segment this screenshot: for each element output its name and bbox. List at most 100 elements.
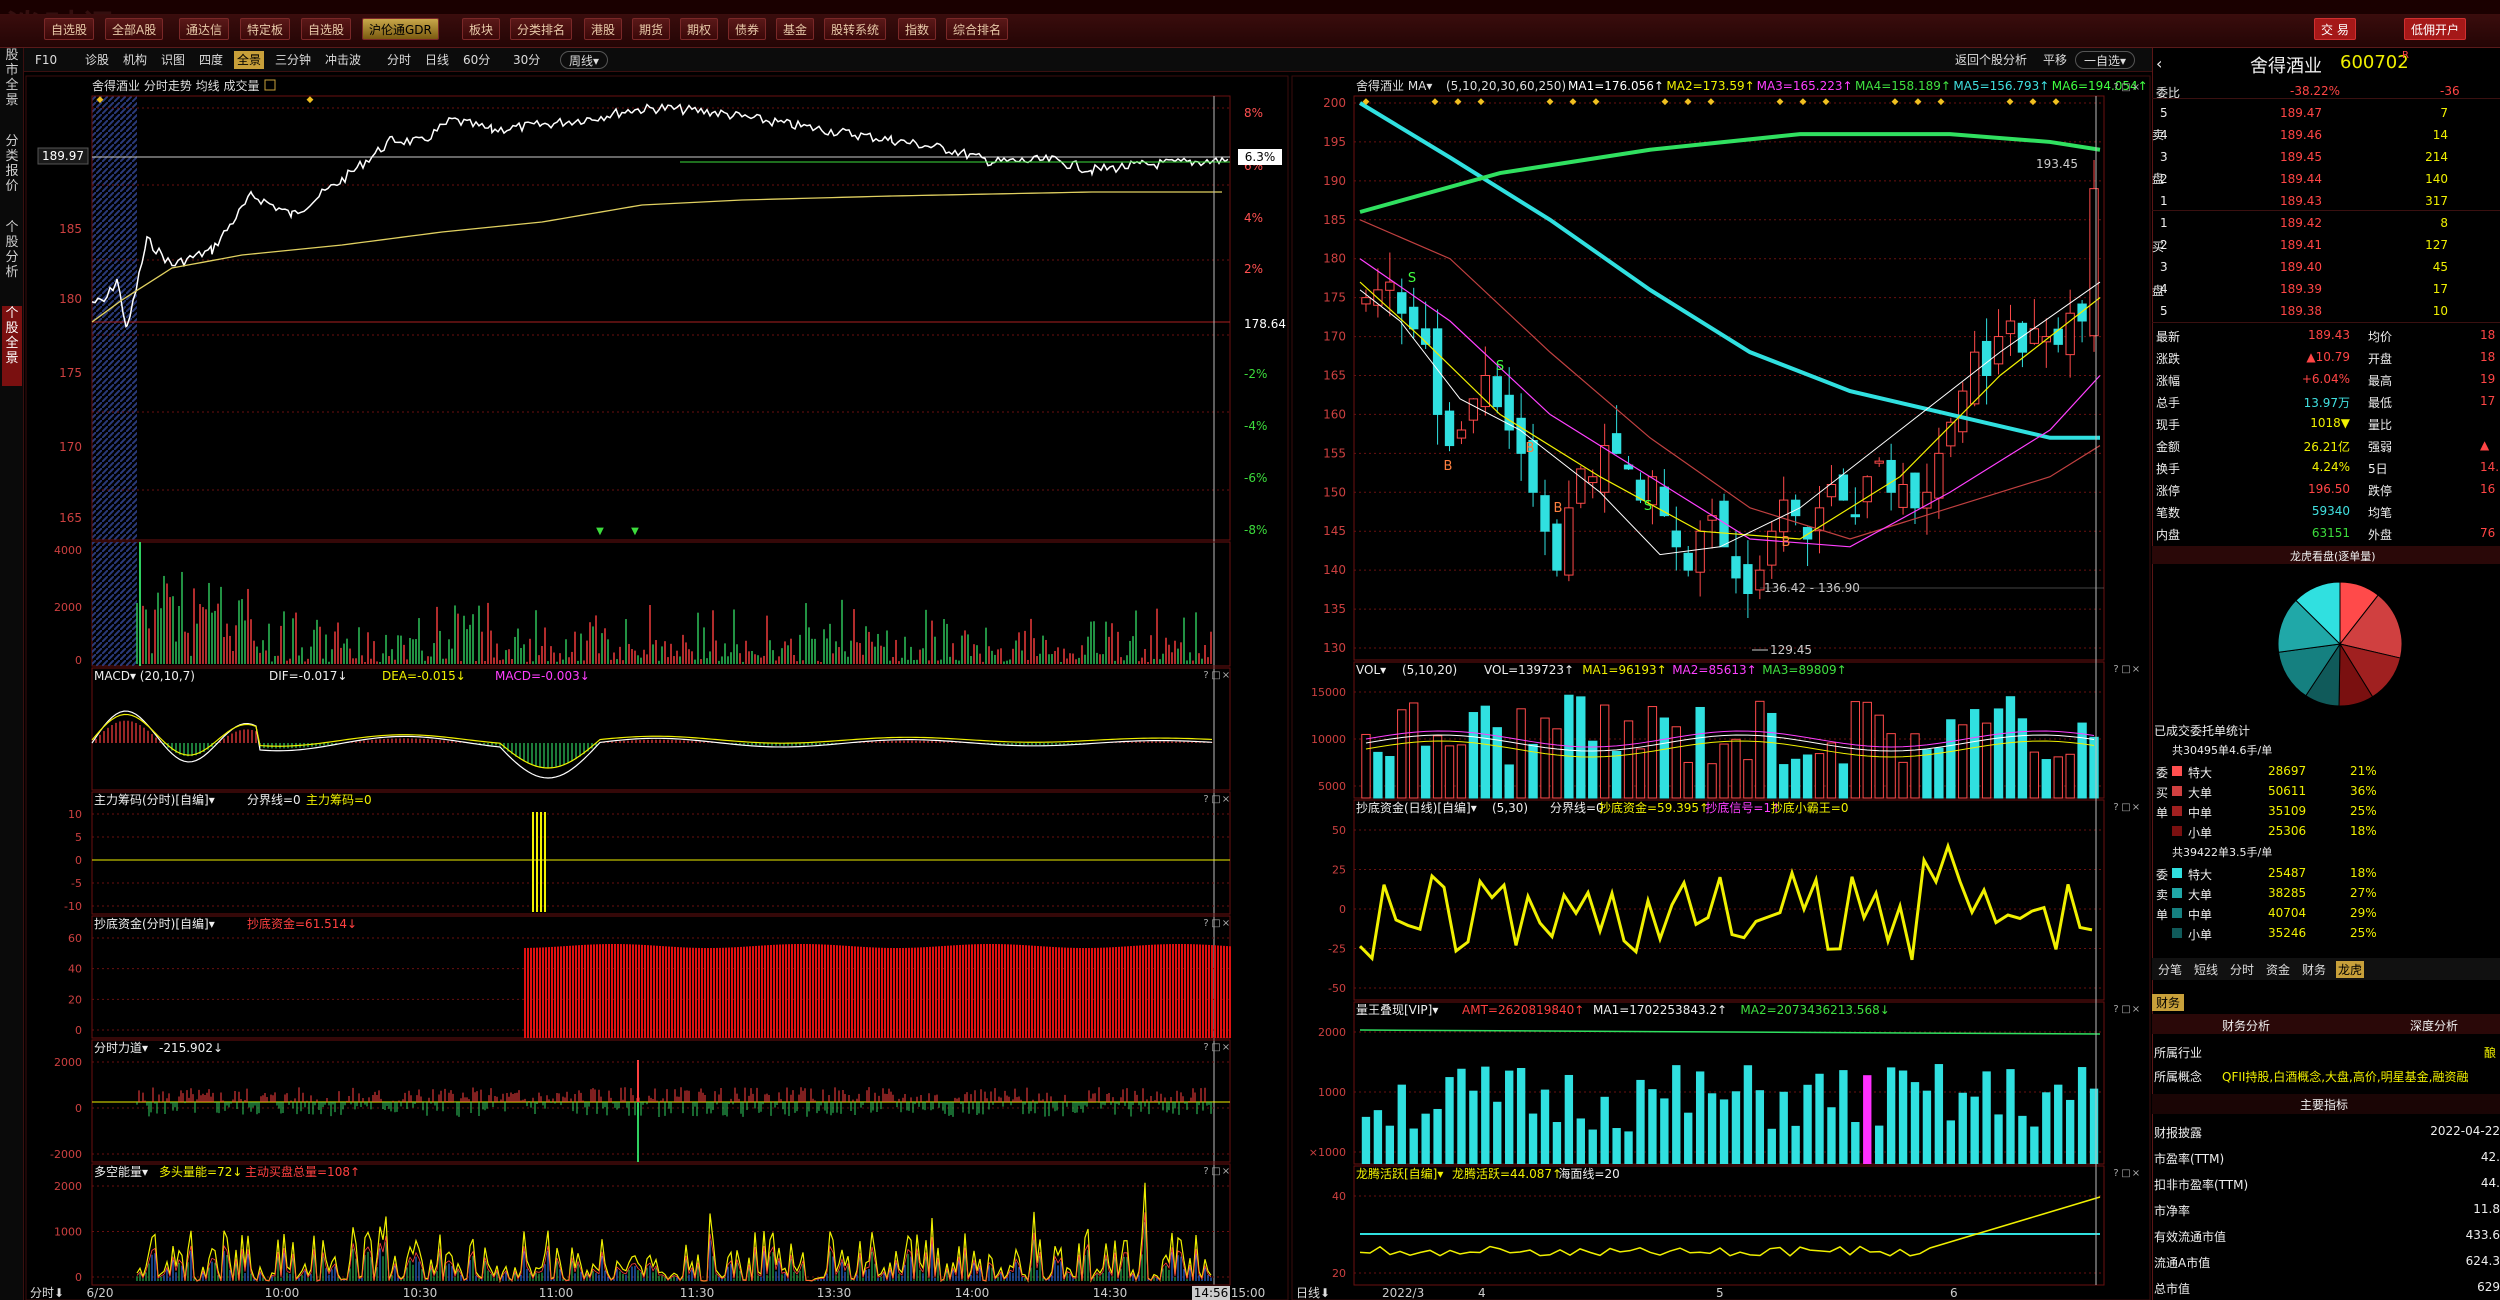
- fund-bar: [686, 947, 688, 1038]
- sell-price: 189.43: [2280, 194, 2322, 208]
- event-marker: ◆: [2007, 97, 2014, 107]
- sub-tick: 2000: [54, 1056, 82, 1069]
- fund-bar: [1040, 946, 1042, 1038]
- fund-bar: [608, 944, 610, 1038]
- candle-body: [1850, 514, 1860, 518]
- fund-bar: [1052, 946, 1054, 1038]
- fund-bar: [827, 944, 829, 1038]
- fund-bar: [1016, 944, 1018, 1038]
- vol-bar: [1993, 708, 2004, 799]
- quote-tab-4[interactable]: 财务: [2300, 961, 2328, 978]
- stat-label: 最新: [2156, 330, 2181, 344]
- stat-label: 总手: [2156, 396, 2181, 410]
- fund-bar: [965, 944, 967, 1038]
- panel-control-icon: ?: [1203, 1042, 1208, 1053]
- fin-tab[interactable]: 财务: [2152, 994, 2185, 1011]
- fund-bar: [626, 944, 628, 1038]
- trade-button[interactable]: 交 易: [2314, 18, 2356, 40]
- sub-title: 分时力道▾: [94, 1041, 148, 1055]
- daily-sub-tick: -25: [1328, 943, 1346, 956]
- candle-body: [1755, 569, 1765, 591]
- candle-body: [1516, 417, 1526, 454]
- fund-bar: [647, 945, 649, 1038]
- fund-bar: [812, 944, 814, 1038]
- fund-bar: [701, 947, 703, 1038]
- fund-bar: [1175, 944, 1177, 1038]
- fund-bar: [578, 945, 580, 1038]
- vol-bar: [1504, 764, 1514, 799]
- quote-tab-1[interactable]: 短线: [2192, 961, 2220, 978]
- amt-bar: [1624, 1131, 1633, 1164]
- fund-bar: [896, 947, 898, 1038]
- fund-bar: [749, 946, 751, 1038]
- event-marker: ◆: [1800, 97, 1807, 107]
- panel-control-icon: □: [1211, 794, 1220, 805]
- vol-bar: [1934, 747, 1944, 799]
- quote-tab-3[interactable]: 资金: [2264, 961, 2292, 978]
- fund-bar: [572, 945, 574, 1038]
- sell-pct: 25%: [2350, 926, 2377, 940]
- pct-tick: -4%: [1244, 419, 1267, 433]
- price-tick: 180: [59, 292, 82, 306]
- chip-bar: [544, 812, 546, 912]
- stat-value-2: 18: [2480, 328, 2496, 342]
- money-flow-pie: [2277, 581, 2403, 707]
- sub-title: 主力筹码(分时)[自编]▾: [94, 792, 215, 807]
- buy-pct: 21%: [2350, 764, 2377, 778]
- panel-control-icon: ×: [1222, 1166, 1230, 1177]
- fund-bar: [1022, 945, 1024, 1038]
- kline-tick: 155: [1323, 446, 1346, 460]
- daily-sub-value: AMT=2620819840↑: [1462, 1003, 1584, 1017]
- panel-control-icon: ?: [2113, 82, 2118, 93]
- quote-tab-2[interactable]: 分时: [2228, 961, 2256, 978]
- buy-side-label: 买: [2152, 240, 2165, 254]
- sell-pct: 29%: [2350, 906, 2377, 920]
- fund-bar: [641, 944, 643, 1038]
- fund-bar: [1118, 946, 1120, 1038]
- volume-hatch: [92, 542, 137, 666]
- dropdown-icon[interactable]: [264, 79, 276, 91]
- daily-sub-tick: -50: [1328, 982, 1346, 995]
- fund-bar: [971, 944, 973, 1038]
- fund-bar: [908, 947, 910, 1038]
- ma-value: MA4=158.189↑: [1855, 79, 1951, 93]
- daily-sub-tick: 5000: [1318, 780, 1346, 793]
- account-button[interactable]: 低佣开户: [2404, 18, 2467, 40]
- fund-bar: [731, 947, 733, 1038]
- fin-label: 流通A市值: [2154, 1256, 2211, 1270]
- quote-tab-0[interactable]: 分笔: [2156, 961, 2184, 978]
- quote-tab-5[interactable]: 龙虎: [2336, 961, 2365, 978]
- sell-side: 委: [2156, 868, 2169, 882]
- sub-header-4: 多空能量▾ 多头量能=72↓ 主动买盘总量=108↑: [94, 1164, 360, 1179]
- kline-tick: 190: [1323, 174, 1346, 188]
- fund-bar: [1208, 944, 1210, 1038]
- buy-side: 委: [2156, 766, 2169, 780]
- sub-tick: 0: [75, 1271, 82, 1284]
- amt-bar: [1827, 1107, 1836, 1164]
- fund-bar: [752, 946, 754, 1038]
- amt-bar: [1433, 1108, 1442, 1164]
- fund-bar: [668, 946, 670, 1038]
- candle-body: [1480, 375, 1490, 408]
- fund-bar: [926, 947, 928, 1038]
- fin-subtab-1[interactable]: 深度分析: [2410, 1017, 2458, 1034]
- mid-price-tag: 178.64: [1244, 317, 1286, 331]
- back-arrow-icon[interactable]: ‹: [2156, 54, 2162, 73]
- fin-subtab-0[interactable]: 财务分析: [2222, 1017, 2270, 1034]
- vol-bar: [1898, 761, 1908, 799]
- sub-tick: -2000: [50, 1148, 82, 1161]
- daily-sub-header-2: 量王叠现[VIP]▾ AMT=2620819840↑ MA1=1702253843.…: [1356, 1003, 1890, 1017]
- pct-tick: -2%: [1244, 367, 1267, 381]
- vol-bar: [1516, 708, 1526, 799]
- fund-bar: [1181, 944, 1183, 1038]
- fund-bar: [974, 944, 976, 1038]
- daily-sub-value: MA2=2073436213.568↓: [1740, 1003, 1889, 1017]
- vol-bar: [1814, 753, 1825, 799]
- sub-tick: -5: [71, 877, 82, 890]
- sell-side-label: 盘: [2152, 172, 2165, 186]
- vol-tick: 0: [75, 654, 82, 667]
- ma-params: (5,10,20,30,60,250): [1446, 79, 1566, 93]
- date-tick: 6: [1950, 1286, 1958, 1300]
- amt-bar: [1886, 1067, 1896, 1164]
- sub-tick: 5: [75, 831, 82, 844]
